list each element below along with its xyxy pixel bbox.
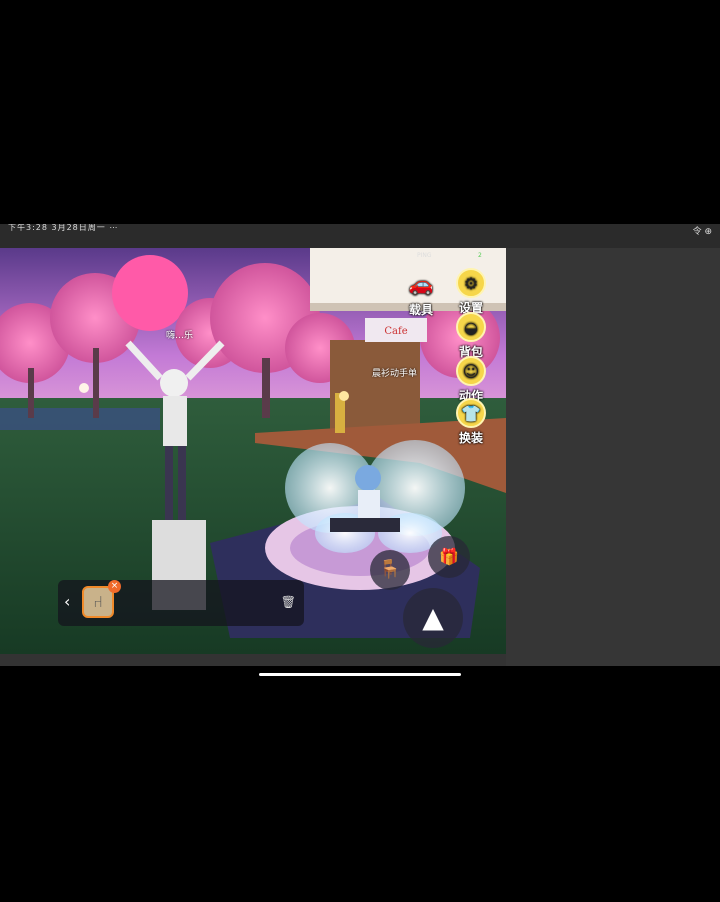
jump-button[interactable]: ▲	[403, 588, 463, 648]
backpack-icon: ◒	[456, 312, 486, 342]
outfit-button[interactable]: 👕 换装	[443, 398, 499, 446]
backpack-button[interactable]: ◒ 背包	[443, 312, 499, 360]
status-time: 下午3:28 3月28日周一 ⋯	[8, 224, 119, 232]
chevron-left-icon[interactable]: ‹	[64, 592, 70, 611]
vehicle-label: 载具	[408, 303, 433, 317]
gift-button[interactable]: 🎁	[428, 536, 470, 578]
player-name-tag: 嗨…乐	[166, 331, 194, 341]
lamp-light	[339, 391, 349, 401]
pose-button[interactable]: ☺ 动作	[443, 356, 499, 404]
player-name-tag: 晨衫动手单	[372, 369, 418, 379]
home-indicator[interactable]	[259, 673, 461, 676]
trash-icon[interactable]: 🗑	[281, 595, 296, 609]
empty-side-panel	[506, 248, 720, 666]
shirt-icon: 👕	[456, 398, 486, 428]
pond	[0, 408, 160, 430]
game-viewport[interactable]: Cafe PING 2 嗨…乐 晨衫动手单 🚗 载具 ⚙ 设置 ◒ 背包 ☺ 动…	[0, 248, 506, 654]
ping-value: 2	[478, 252, 482, 259]
svg-text:Cafe: Cafe	[384, 326, 407, 337]
pose-icon: ☺	[456, 356, 486, 386]
device-screen: 下午3:28 3月28日周一 ⋯ 令 ⊕ Cafe PING 2 嗨…乐 晨衫动…	[0, 224, 720, 666]
car-icon: 🚗	[408, 272, 434, 296]
status-bar: 下午3:28 3月28日周一 ⋯ 令 ⊕	[0, 224, 720, 248]
item-tray: ‹ ⑁ × 🗑	[58, 580, 304, 626]
chair-icon: 🪑	[378, 559, 402, 580]
ping-label: PING	[417, 252, 432, 259]
lamp-light	[79, 383, 89, 393]
outfit-label: 换装	[458, 431, 483, 445]
vehicle-button[interactable]: 🚗 载具	[393, 270, 449, 318]
status-system-icons: 令 ⊕	[692, 227, 712, 237]
remove-item-button[interactable]: ×	[108, 580, 121, 593]
sit-chair-button[interactable]: 🪑	[370, 550, 410, 590]
arrow-up-icon: ▲	[422, 601, 444, 634]
settings-button[interactable]: ⚙ 设置	[443, 268, 499, 316]
gift-icon: 🎁	[439, 547, 459, 566]
chair-icon: ⑁	[93, 592, 103, 611]
gear-icon: ⚙	[456, 268, 486, 298]
